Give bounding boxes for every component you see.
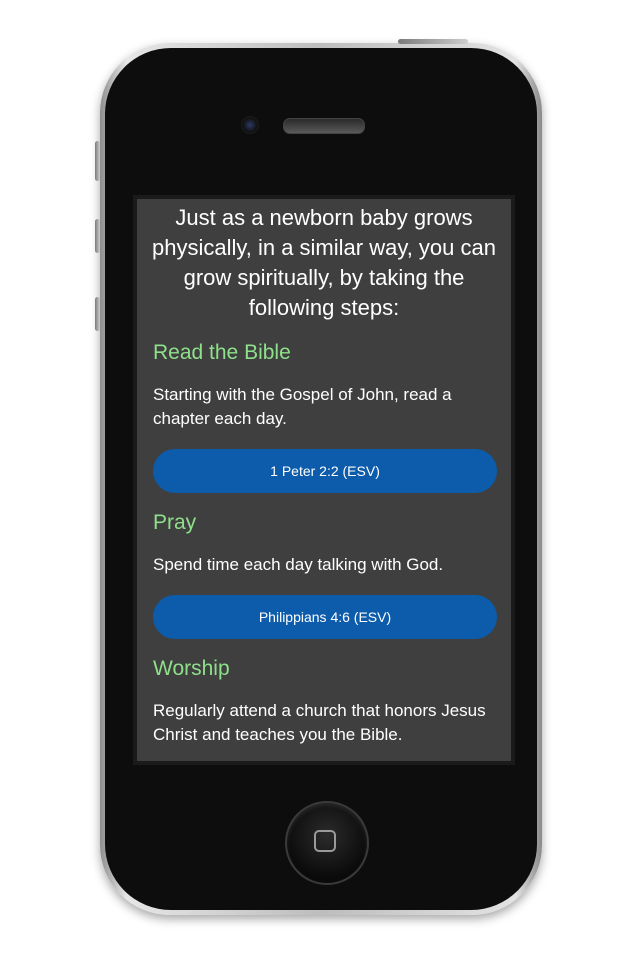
- mute-switch: [95, 141, 100, 181]
- section-worship: Worship Regularly attend a church that h…: [137, 657, 511, 747]
- section-title-worship: Worship: [153, 657, 230, 680]
- section-title-read-bible: Read the Bible: [153, 341, 291, 364]
- volume-down-button: [95, 297, 100, 331]
- phone-face: Just as a newborn baby grows physically,…: [105, 48, 537, 910]
- home-square-icon: [314, 830, 336, 852]
- intro-text: Just as a newborn baby grows physically,…: [152, 205, 496, 320]
- verse-button-1-peter[interactable]: 1 Peter 2:2 (ESV): [153, 449, 497, 493]
- earpiece-speaker-icon: [283, 118, 365, 134]
- section-read-bible: Read the Bible Starting with the Gospel …: [137, 341, 511, 493]
- phone-frame: Just as a newborn baby grows physically,…: [95, 39, 542, 915]
- app-screen: Just as a newborn baby grows physically,…: [133, 195, 515, 765]
- section-title-pray: Pray: [153, 511, 197, 534]
- section-pray: Pray Spend time each day talking with Go…: [137, 511, 511, 639]
- section-body-read-bible: Starting with the Gospel of John, read a…: [153, 385, 452, 428]
- home-button[interactable]: [285, 801, 369, 885]
- section-body-worship: Regularly attend a church that honors Je…: [153, 701, 486, 744]
- power-button: [398, 39, 468, 44]
- verse-button-philippians[interactable]: Philippians 4:6 (ESV): [153, 595, 497, 639]
- section-body-pray: Spend time each day talking with God.: [153, 555, 444, 574]
- front-camera-icon: [241, 116, 259, 134]
- volume-up-button: [95, 219, 100, 253]
